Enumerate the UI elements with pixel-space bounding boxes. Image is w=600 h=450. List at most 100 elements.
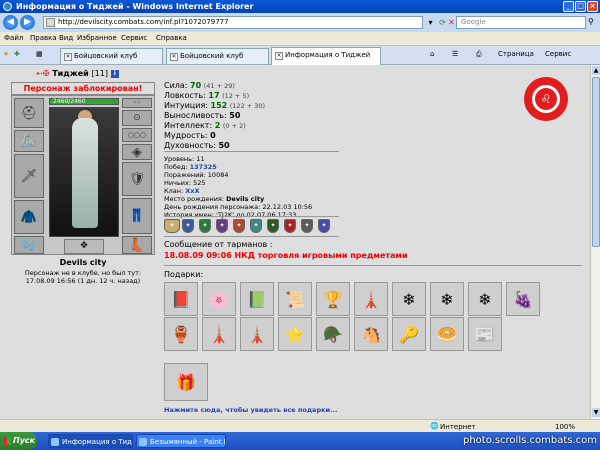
vertical-scrollbar[interactable]: ▲ ▼ <box>590 65 600 419</box>
feeds-icon[interactable]: ☰ <box>452 50 458 58</box>
menu-help[interactable]: Справка <box>156 34 187 42</box>
gift-item-icon[interactable]: 🏺 <box>164 317 198 351</box>
bracers-slot-icon[interactable]: 🦾 <box>14 130 44 152</box>
dropdown-icon[interactable]: ▾ <box>425 17 436 28</box>
tab-close-icon[interactable]: × <box>170 53 178 61</box>
gift-item-icon[interactable]: 🗼 <box>202 317 236 351</box>
search-input[interactable]: Google <box>456 16 586 29</box>
menu-edit[interactable]: Правка <box>30 34 57 42</box>
start-button[interactable]: Пуск <box>0 432 37 450</box>
stat-bonus: (0 + 2) <box>222 122 246 130</box>
gift-item-icon[interactable]: ⭐ <box>278 317 312 351</box>
gift-item-icon[interactable]: 🌸 <box>202 282 236 316</box>
gift-item-icon[interactable]: ❄ <box>468 282 502 316</box>
gift-item-icon[interactable]: 🥯 <box>430 317 464 351</box>
menu-view[interactable]: Вид <box>59 34 73 42</box>
zoom-text[interactable]: 100% <box>555 423 575 431</box>
minimize-button[interactable]: _ <box>563 1 574 12</box>
gloves-slot-icon[interactable]: 🧤 <box>14 236 44 254</box>
tab-fight-club-1[interactable]: × Бойцовский клуб <box>60 48 163 64</box>
maximize-button[interactable]: □ <box>575 1 586 12</box>
print-icon[interactable]: ⎙ <box>476 50 482 59</box>
close-button[interactable]: × <box>587 1 598 12</box>
badge-icon[interactable]: ✦ <box>233 219 245 233</box>
scroll-down-icon[interactable]: ▼ <box>592 408 600 417</box>
gift-item-icon[interactable]: 📰 <box>468 317 502 351</box>
tab-close-icon[interactable]: × <box>275 52 283 60</box>
helmet-slot-icon[interactable]: ⛑ <box>14 98 44 128</box>
forward-icon[interactable]: ▶ <box>20 15 35 30</box>
stat-row: Сила: 70 (41 + 29) <box>164 81 265 91</box>
info-icon[interactable]: i <box>110 69 119 78</box>
bracelet-slot-icon[interactable]: ◈ <box>122 144 152 160</box>
amulet-slot-icon[interactable]: ⊙ <box>122 110 152 126</box>
badge-icon[interactable]: ✦ <box>267 219 279 233</box>
gift-item-icon[interactable]: 🔑 <box>392 317 426 351</box>
presence-text: Персонаж не в клубе, но был тут: 17.08.0… <box>11 269 155 285</box>
badge-icon[interactable]: ✦ <box>284 219 296 233</box>
stat-value: 2 <box>214 121 221 130</box>
birthplace-label: Место рождения: <box>164 195 225 203</box>
home-icon[interactable]: ⌂ <box>430 50 434 58</box>
badge-icon[interactable]: ✦ <box>250 219 262 233</box>
url-field[interactable]: http://devilscity.combats.com/inf.pl?107… <box>43 16 423 29</box>
boots-slot-icon[interactable]: 👢 <box>122 236 152 254</box>
cloak-slot-icon[interactable]: 🧥 <box>14 200 44 234</box>
badge-icon[interactable]: ✦ <box>301 219 313 233</box>
scroll-thumb[interactable] <box>592 77 600 247</box>
page-menu-button[interactable]: Страница <box>498 50 534 58</box>
task-ie-window[interactable]: Информация о Тиджей... <box>48 434 133 448</box>
task-label: Безымянный - Paint.NET... <box>150 438 225 446</box>
presence-line-1: Персонаж не в клубе, но был тут: <box>24 269 142 277</box>
clan-link[interactable]: XxX <box>185 187 199 195</box>
all-gifts-link[interactable]: Нажмите сюда, чтобы увидеть все подарки.… <box>164 406 337 414</box>
menu-tools[interactable]: Сервис <box>121 34 147 42</box>
gift-item-icon[interactable]: 🗼 <box>240 317 274 351</box>
stat-label: Интеллект: <box>164 121 213 130</box>
badge-icon[interactable]: ✦ <box>216 219 228 233</box>
search-icon[interactable]: ⚲ <box>588 17 598 27</box>
favorites-star-icon[interactable]: ★ <box>3 50 9 58</box>
gift-item-icon[interactable]: ❄ <box>430 282 464 316</box>
wins-value[interactable]: 137325 <box>190 163 217 171</box>
shield-slot-icon[interactable]: 🛡 <box>122 162 152 196</box>
gift-item-icon[interactable]: ❄ <box>392 282 426 316</box>
earring-slot-icon[interactable]: ◦◦ <box>122 98 152 108</box>
avatar-body <box>72 118 98 228</box>
gift-item-icon[interactable]: 🗼 <box>354 282 388 316</box>
divider <box>164 265 582 266</box>
stat-value: 17 <box>208 91 220 100</box>
add-favorite-icon[interactable]: ✚ <box>14 50 20 58</box>
scroll-up-icon[interactable]: ▲ <box>592 66 600 75</box>
losses-label: Поражений: <box>164 171 206 179</box>
menu-favorites[interactable]: Избранное <box>77 34 117 42</box>
tab-fight-club-2[interactable]: × Бойцовский клуб <box>166 48 269 64</box>
character-level: [11] <box>91 69 108 78</box>
badge-icon[interactable]: ✦ <box>182 219 194 233</box>
rings-slot-icon[interactable]: ○○○ <box>122 128 152 142</box>
menu-file[interactable]: Файл <box>4 34 23 42</box>
badge-icon[interactable]: ✦ <box>199 219 211 233</box>
pants-slot-icon[interactable]: 👖 <box>122 198 152 234</box>
back-icon[interactable]: ◀ <box>3 15 18 30</box>
weapon-slot-icon[interactable]: 🗡 <box>14 154 44 198</box>
start-label: Пуск <box>13 436 36 445</box>
tab-close-icon[interactable]: × <box>64 53 72 61</box>
city-name: Devils city <box>59 258 107 267</box>
tab-label: Бойцовский клуб <box>74 52 138 60</box>
task-paint-window[interactable]: Безымянный - Paint.NET... <box>136 434 226 448</box>
gift-item-icon[interactable]: 🍇 <box>506 282 540 316</box>
gift-item-icon[interactable]: 🏆 <box>316 282 350 316</box>
tab-character-info[interactable]: × Информация о Тиджей <box>271 47 381 65</box>
gift-item-icon[interactable]: 📕 <box>164 282 198 316</box>
badge-icon[interactable]: ✦ <box>318 219 330 233</box>
badge-icon[interactable]: ✦ <box>164 219 180 233</box>
tools-menu-button[interactable]: Сервис <box>545 50 571 58</box>
gift-item-icon[interactable]: 📜 <box>278 282 312 316</box>
gift-item-icon[interactable]: 🐴 <box>354 317 388 351</box>
gift-item-icon[interactable]: 🪖 <box>316 317 350 351</box>
quick-tabs-icon[interactable]: ▦ <box>36 50 43 58</box>
birthday-value: 22.12.03 10:56 <box>262 203 313 211</box>
gift-item-icon[interactable]: 🎁 <box>164 363 208 401</box>
gift-item-icon[interactable]: 📗 <box>240 282 274 316</box>
